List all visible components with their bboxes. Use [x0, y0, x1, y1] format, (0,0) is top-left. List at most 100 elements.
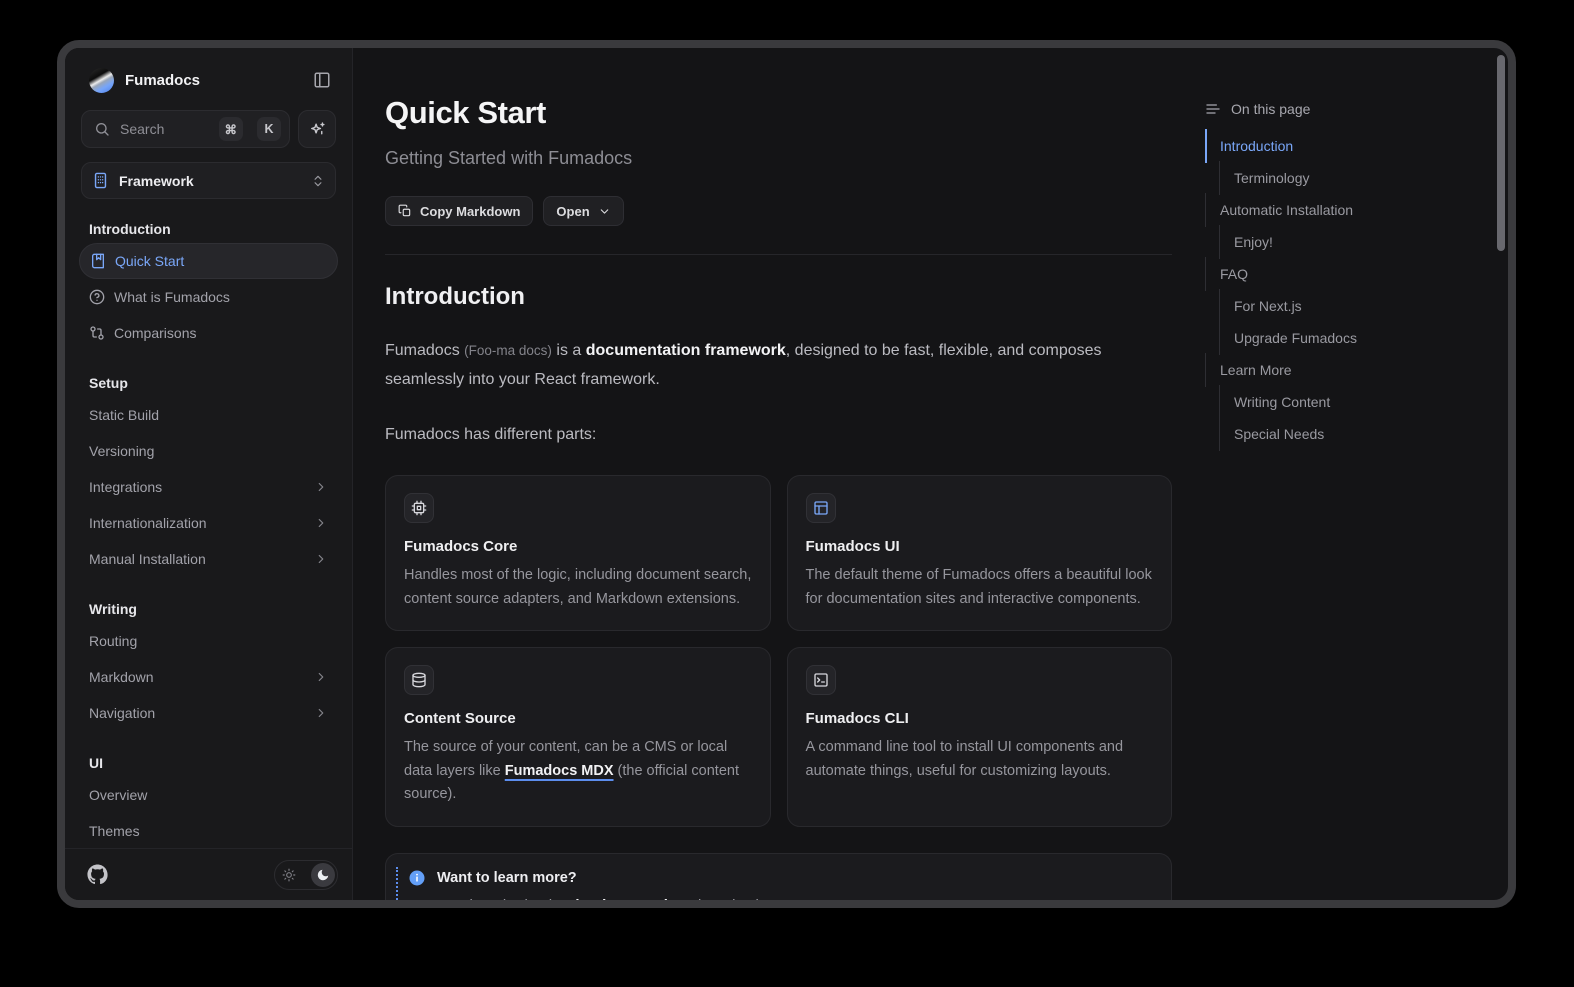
toc-item-terminology[interactable]: Terminology — [1205, 162, 1457, 194]
card-description: The source of your content, can be a CMS… — [404, 736, 752, 806]
github-link[interactable] — [87, 864, 108, 885]
search-placeholder: Search — [120, 121, 209, 137]
terminal-icon — [806, 665, 836, 695]
page-title: Quick Start — [385, 95, 1172, 131]
git-compare-icon — [89, 325, 105, 341]
toc-item-automatic-installation[interactable]: Automatic Installation — [1205, 194, 1457, 226]
sidebar-item-comparisons[interactable]: Comparisons — [79, 315, 338, 351]
sparkles-icon — [309, 121, 326, 138]
page-subtitle: Getting Started with Fumadocs — [385, 148, 1172, 169]
divider — [385, 254, 1172, 255]
app-window: Fumadocs Search ⌘ K — [57, 40, 1516, 908]
sidebar-item-manual-installation[interactable]: Manual Installation — [79, 541, 338, 577]
sidebar-item-label: Manual Installation — [89, 551, 206, 567]
sidebar-item-label: Overview — [89, 787, 147, 803]
intro-paragraph: Fumadocs (Foo-ma docs) is a documentatio… — [385, 337, 1172, 395]
sidebar-footer — [65, 848, 352, 900]
chevrons-up-down-icon — [311, 174, 325, 188]
parts-paragraph: Fumadocs has different parts: — [385, 421, 1172, 450]
sidebar-item-versioning[interactable]: Versioning — [79, 433, 338, 469]
sidebar-item-integrations[interactable]: Integrations — [79, 469, 338, 505]
help-circle-icon — [89, 289, 105, 305]
chevron-right-icon — [314, 552, 328, 566]
sidebar-item-label: Navigation — [89, 705, 155, 721]
sidebar: Fumadocs Search ⌘ K — [65, 48, 353, 900]
chevron-right-icon — [314, 670, 328, 684]
theme-toggle[interactable] — [274, 860, 338, 890]
sidebar-item-routing[interactable]: Routing — [79, 623, 338, 659]
introduction-heading: Introduction — [385, 283, 1172, 311]
collapse-sidebar-button[interactable] — [308, 66, 336, 94]
card-description: The default theme of Fumadocs offers a b… — [806, 564, 1154, 611]
pronunciation: (Foo-ma docs) — [464, 343, 552, 358]
toc-list: Introduction Terminology Automatic Insta… — [1205, 130, 1457, 450]
sidebar-item-overview[interactable]: Overview — [79, 777, 338, 813]
section-label-introduction: Introduction — [89, 221, 338, 237]
building-icon — [92, 172, 109, 189]
sidebar-item-label: Markdown — [89, 669, 154, 685]
sidebar-item-label: Comparisons — [114, 325, 196, 341]
toc-item-upgrade-fumadocs[interactable]: Upgrade Fumadocs — [1205, 322, 1457, 354]
card-content-source[interactable]: Content Source The source of your conten… — [385, 647, 771, 826]
sidebar-item-label: Themes — [89, 823, 140, 839]
framework-selector-label: Framework — [119, 173, 301, 189]
info-icon — [408, 869, 426, 887]
sidebar-item-label: Integrations — [89, 479, 162, 495]
sidebar-item-label: Routing — [89, 633, 137, 649]
sidebar-item-themes[interactable]: Themes — [79, 813, 338, 848]
sidebar-item-static-build[interactable]: Static Build — [79, 397, 338, 433]
kbd-k: K — [257, 117, 281, 141]
sidebar-item-markdown[interactable]: Markdown — [79, 659, 338, 695]
toc-item-for-nextjs[interactable]: For Next.js — [1205, 290, 1457, 322]
sidebar-item-label: Static Build — [89, 407, 159, 423]
toolbar: Copy Markdown Open — [385, 196, 1172, 226]
copy-icon — [398, 204, 412, 218]
toc-header-label: On this page — [1231, 101, 1310, 117]
sun-icon[interactable] — [277, 863, 301, 887]
card-description: A command line tool to install UI compon… — [806, 736, 1154, 783]
ai-assistant-button[interactable] — [298, 110, 336, 148]
fumadocs-mdx-link[interactable]: Fumadocs MDX — [505, 763, 614, 779]
toc-item-writing-content[interactable]: Writing Content — [1205, 386, 1457, 418]
sidebar-item-navigation[interactable]: Navigation — [79, 695, 338, 731]
sidebar-item-quick-start[interactable]: Quick Start — [79, 243, 338, 279]
sidebar-item-label: What is Fumadocs — [114, 289, 230, 305]
search-input[interactable]: Search ⌘ K — [81, 110, 290, 148]
sidebar-nav: Introduction Quick Start What is Fumadoc… — [65, 199, 352, 848]
table-of-contents: On this page Introduction Terminology Au… — [1205, 48, 1457, 900]
brand-name: Fumadocs — [125, 72, 308, 89]
kbd-cmd: ⌘ — [219, 117, 244, 141]
database-icon — [404, 665, 434, 695]
cpu-icon — [404, 493, 434, 523]
card-fumadocs-cli[interactable]: Fumadocs CLI A command line tool to inst… — [787, 647, 1173, 826]
book-marked-icon — [90, 253, 106, 269]
callout-body: Read our in-depth What is Fumadocs intro… — [437, 897, 1153, 908]
card-fumadocs-ui[interactable]: Fumadocs UI The default theme of Fumadoc… — [787, 475, 1173, 631]
toc-item-enjoy[interactable]: Enjoy! — [1205, 226, 1457, 258]
sidebar-item-what-is-fumadocs[interactable]: What is Fumadocs — [79, 279, 338, 315]
copy-markdown-label: Copy Markdown — [420, 204, 520, 219]
toc-item-faq[interactable]: FAQ — [1205, 258, 1457, 290]
chevron-right-icon — [314, 516, 328, 530]
framework-selector[interactable]: Framework — [81, 162, 336, 199]
card-fumadocs-core[interactable]: Fumadocs Core Handles most of the logic,… — [385, 475, 771, 631]
feature-cards: Fumadocs Core Handles most of the logic,… — [385, 475, 1172, 826]
toc-item-introduction[interactable]: Introduction — [1205, 130, 1457, 162]
section-label-writing: Writing — [89, 601, 338, 617]
fumadocs-logo — [89, 68, 114, 93]
panel-left-icon — [313, 71, 331, 89]
open-dropdown-button[interactable]: Open — [543, 196, 623, 226]
section-label-ui: UI — [89, 755, 338, 771]
sidebar-item-label: Versioning — [89, 443, 154, 459]
card-title: Fumadocs Core — [404, 538, 752, 555]
toc-item-special-needs[interactable]: Special Needs — [1205, 418, 1457, 450]
what-is-fumadocs-link[interactable]: What is Fumadocs — [561, 897, 694, 908]
search-icon — [94, 121, 110, 137]
card-title: Fumadocs UI — [806, 538, 1154, 555]
copy-markdown-button[interactable]: Copy Markdown — [385, 196, 533, 226]
moon-icon[interactable] — [311, 863, 335, 887]
sidebar-item-internationalization[interactable]: Internationalization — [79, 505, 338, 541]
scrollbar-thumb[interactable] — [1497, 55, 1505, 251]
toc-item-learn-more[interactable]: Learn More — [1205, 354, 1457, 386]
info-callout: Want to learn more? Read our in-depth Wh… — [385, 853, 1172, 908]
